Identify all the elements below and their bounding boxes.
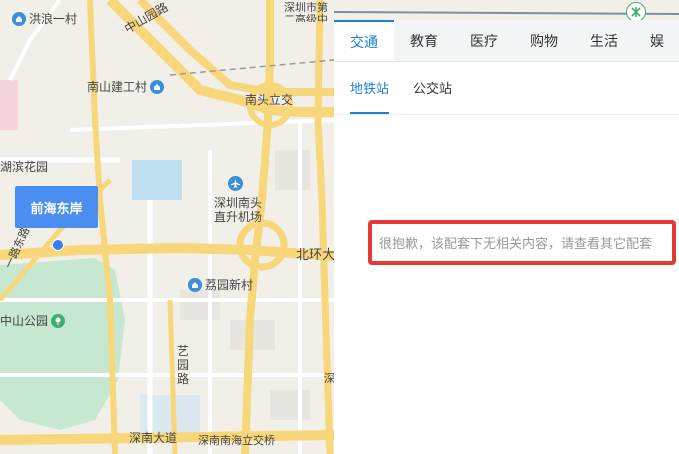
map-label-partial: 深 xyxy=(324,372,334,385)
poi-label: 中山公园 xyxy=(0,314,49,328)
poi-nanshan-jiangong[interactable]: 南山建工村 xyxy=(87,78,165,95)
poi-label: 南山建工村 xyxy=(87,80,148,94)
amenity-tabs: 交通 教育 医疗 购物 生活 娱 xyxy=(334,20,679,62)
tab-transport[interactable]: 交通 xyxy=(334,20,394,61)
amenities-panel: 交通 教育 医疗 购物 生活 娱 地铁站 公交站 很抱歉，该配套下无相关内容，请… xyxy=(334,20,679,454)
residential-icon xyxy=(12,11,26,26)
interchange-label-shennan-nanhai: 深南南海立交桥 xyxy=(198,434,275,447)
poi-liyuan[interactable]: 荔园新村 xyxy=(188,276,253,293)
metro-icon[interactable] xyxy=(626,2,646,22)
road-label-shennan: 深南大道 xyxy=(129,431,178,445)
subtab-bus[interactable]: 公交站 xyxy=(413,61,452,114)
road-label-yiyuan: 艺园路 xyxy=(177,344,190,386)
poi-label-airport: 深圳南头直升机场 xyxy=(213,196,262,224)
empty-state-message: 很抱歉，该配套下无相关内容，请查看其它配套 xyxy=(379,237,653,252)
tab-entertainment[interactable]: 娱 xyxy=(634,20,679,61)
park-icon xyxy=(51,313,66,328)
poi-hongliang[interactable]: 洪浪一村 xyxy=(12,10,77,27)
poi-zhongshan-park[interactable]: 中山公园 xyxy=(0,312,66,329)
empty-state-highlight: 很抱歉，该配套下无相关内容，请查看其它配套 xyxy=(368,220,676,265)
residential-icon xyxy=(150,79,165,94)
poi-label-school: 深圳市第二高级中学 xyxy=(284,2,328,22)
map-area[interactable]: 洪浪一村 中山园路 深圳市第二高级中学 南山建工村 南头立交 湖滨花园 深圳南头… xyxy=(0,0,334,454)
area-label-huhu: 湖滨花园 xyxy=(0,160,49,174)
interchange-label-nantou: 南头立交 xyxy=(245,93,294,107)
airport-icon[interactable] xyxy=(228,176,243,191)
tab-living[interactable]: 生活 xyxy=(574,20,634,61)
tab-medical[interactable]: 医疗 xyxy=(454,20,514,61)
poi-label: 荔园新村 xyxy=(205,278,254,292)
road-label-beihuan: 北环大 xyxy=(296,248,334,263)
tab-shopping[interactable]: 购物 xyxy=(514,20,574,61)
poi-label: 洪浪一村 xyxy=(29,12,78,26)
residential-icon xyxy=(188,277,202,292)
subtab-metro[interactable]: 地铁站 xyxy=(350,61,390,114)
property-marker[interactable]: 前海东岸 xyxy=(15,186,98,228)
property-location-dot[interactable] xyxy=(52,239,64,251)
tab-education[interactable]: 教育 xyxy=(394,20,454,61)
transport-subtabs: 地铁站 公交站 xyxy=(334,61,679,115)
